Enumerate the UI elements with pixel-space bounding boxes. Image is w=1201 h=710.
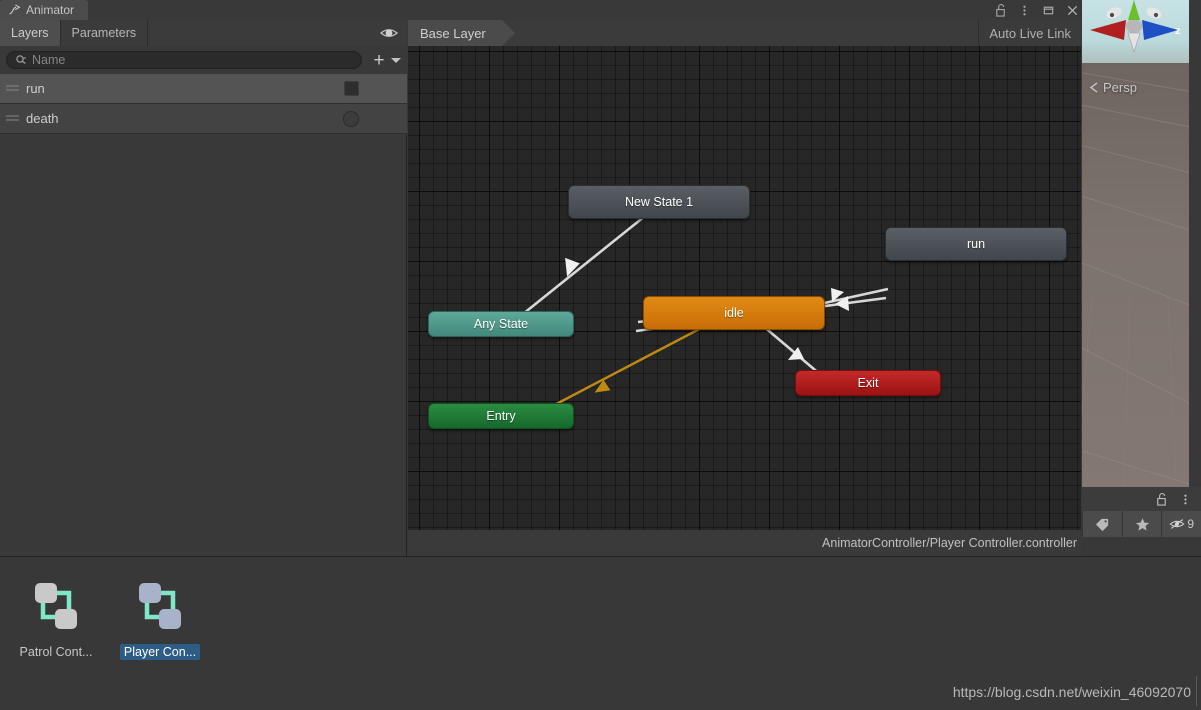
animator-icon: [9, 3, 21, 14]
chevron-left-icon: [1089, 82, 1098, 93]
scene-strip-gap: [1189, 0, 1201, 487]
state-node-label: run: [966, 237, 986, 251]
layer-weight-circle[interactable]: [343, 110, 359, 127]
layer-name: run: [26, 81, 45, 96]
graph-status-bar: AnimatorController/Player Controller.con…: [408, 530, 1081, 556]
state-machine-graph-panel: Base Layer Auto Live Link New State 1 ru…: [408, 20, 1081, 556]
state-node-label: Any State: [473, 317, 529, 331]
watermark-divider: [1196, 676, 1197, 706]
search-input-placeholder: Name: [32, 53, 66, 67]
auto-live-link-button[interactable]: Auto Live Link: [978, 20, 1081, 46]
state-node-run[interactable]: run: [885, 227, 1067, 261]
close-icon[interactable]: [1066, 4, 1079, 17]
window-tabbar: Animator: [0, 0, 1201, 20]
state-node-label: idle: [724, 306, 744, 320]
scene-view-strip[interactable]: z Persp: [1082, 0, 1189, 487]
search-input[interactable]: Name: [6, 51, 362, 69]
state-machine-canvas[interactable]: New State 1 run idle Any State Exit Entr…: [408, 46, 1081, 530]
tab-layers-label: Layers: [11, 26, 49, 40]
scene-ground: [1082, 63, 1189, 487]
transition-any-state-to-new-state-1: [517, 202, 661, 320]
scene-grid-lines: [1082, 72, 1189, 487]
breadcrumb-base-layer[interactable]: Base Layer: [408, 20, 515, 46]
controller-path-label: AnimatorController/Player Controller.con…: [822, 536, 1077, 550]
projection-mode-text: Persp: [1103, 80, 1137, 95]
chevron-down-icon[interactable]: [391, 57, 401, 63]
hidden-objects-button[interactable]: 9: [1161, 511, 1201, 537]
breadcrumb: Base Layer Auto Live Link: [408, 20, 1081, 46]
maximize-icon[interactable]: [1042, 4, 1055, 17]
scene-strip-filler: [1082, 537, 1201, 556]
tag-icon: [1095, 518, 1108, 531]
animator-controller-icon: [139, 583, 181, 629]
state-node-label: Exit: [857, 376, 879, 390]
layer-visibility-toggle[interactable]: [379, 20, 399, 46]
more-menu-icon[interactable]: [1018, 4, 1031, 17]
tab-animator[interactable]: Animator: [0, 0, 89, 20]
layer-weight-square[interactable]: [344, 81, 359, 96]
layers-panel-tabs: Layers Parameters: [0, 20, 407, 46]
layer-row-run[interactable]: run: [0, 74, 407, 104]
asset-label: Player Con...: [119, 644, 201, 660]
layer-list: run death: [0, 74, 407, 556]
gizmo-axis-label: z: [1175, 25, 1181, 37]
tab-animator-label: Animator: [26, 3, 75, 17]
hidden-objects-count: 9: [1187, 517, 1195, 531]
state-node-any-state[interactable]: Any State: [428, 311, 574, 337]
drag-handle-icon[interactable]: [6, 84, 19, 93]
animator-controller-icon: [35, 583, 77, 629]
scene-view-gizmo[interactable]: z: [1082, 0, 1189, 60]
favorites-filter-button[interactable]: [1121, 511, 1162, 537]
state-node-label: New State 1: [624, 195, 694, 209]
search-icon: [16, 55, 26, 64]
asset-item-player-controller[interactable]: Player Con...: [119, 579, 201, 660]
animator-window: Animator Layers Parameters Name + run de…: [0, 0, 1201, 710]
layer-search-row: Name +: [0, 46, 407, 74]
state-node-new-state-1[interactable]: New State 1: [568, 185, 750, 219]
state-node-label: Entry: [486, 409, 516, 423]
asset-grid: Patrol Cont... Player Con...: [16, 579, 201, 660]
breadcrumb-label: Base Layer: [420, 25, 486, 41]
watermark-url: https://blog.csdn.net/weixin_46092070: [953, 684, 1191, 700]
tab-parameters[interactable]: Parameters: [61, 20, 149, 46]
state-node-exit[interactable]: Exit: [795, 370, 941, 396]
asset-item-patrol-controller[interactable]: Patrol Cont...: [16, 579, 96, 660]
add-layer-label: +: [373, 49, 385, 71]
tab-parameters-label: Parameters: [71, 26, 137, 40]
transition-links: [517, 202, 889, 413]
eye-icon: [379, 29, 399, 37]
scene-strip-filter-toolbar: 9: [1082, 511, 1201, 537]
window-controls: [994, 0, 1079, 20]
tab-layers[interactable]: Layers: [0, 20, 61, 46]
layers-panel: Layers Parameters Name + run death: [0, 20, 407, 556]
project-panel: Patrol Cont... Player Con... https://blo…: [0, 556, 1201, 710]
state-node-entry[interactable]: Entry: [428, 403, 574, 429]
layer-name: death: [26, 111, 59, 126]
projection-mode-label[interactable]: Persp: [1089, 80, 1137, 95]
drag-handle-icon[interactable]: [6, 114, 19, 123]
hidden-objects-icon: [1169, 519, 1185, 529]
tag-filter-button[interactable]: [1082, 511, 1122, 537]
scene-strip-toolbar: [1082, 487, 1201, 511]
lock-icon[interactable]: [994, 3, 1007, 17]
watermark-text: https://blog.csdn.net/weixin_46092070: [952, 684, 1191, 700]
lock-icon[interactable]: [1155, 492, 1168, 506]
star-icon: [1135, 517, 1149, 531]
more-menu-icon[interactable]: [1179, 493, 1192, 506]
asset-label: Patrol Cont...: [19, 645, 93, 659]
state-node-idle[interactable]: idle: [643, 296, 825, 330]
auto-live-link-label: Auto Live Link: [989, 25, 1071, 41]
add-layer-button[interactable]: +: [368, 49, 390, 71]
layer-row-death[interactable]: death: [0, 104, 407, 134]
